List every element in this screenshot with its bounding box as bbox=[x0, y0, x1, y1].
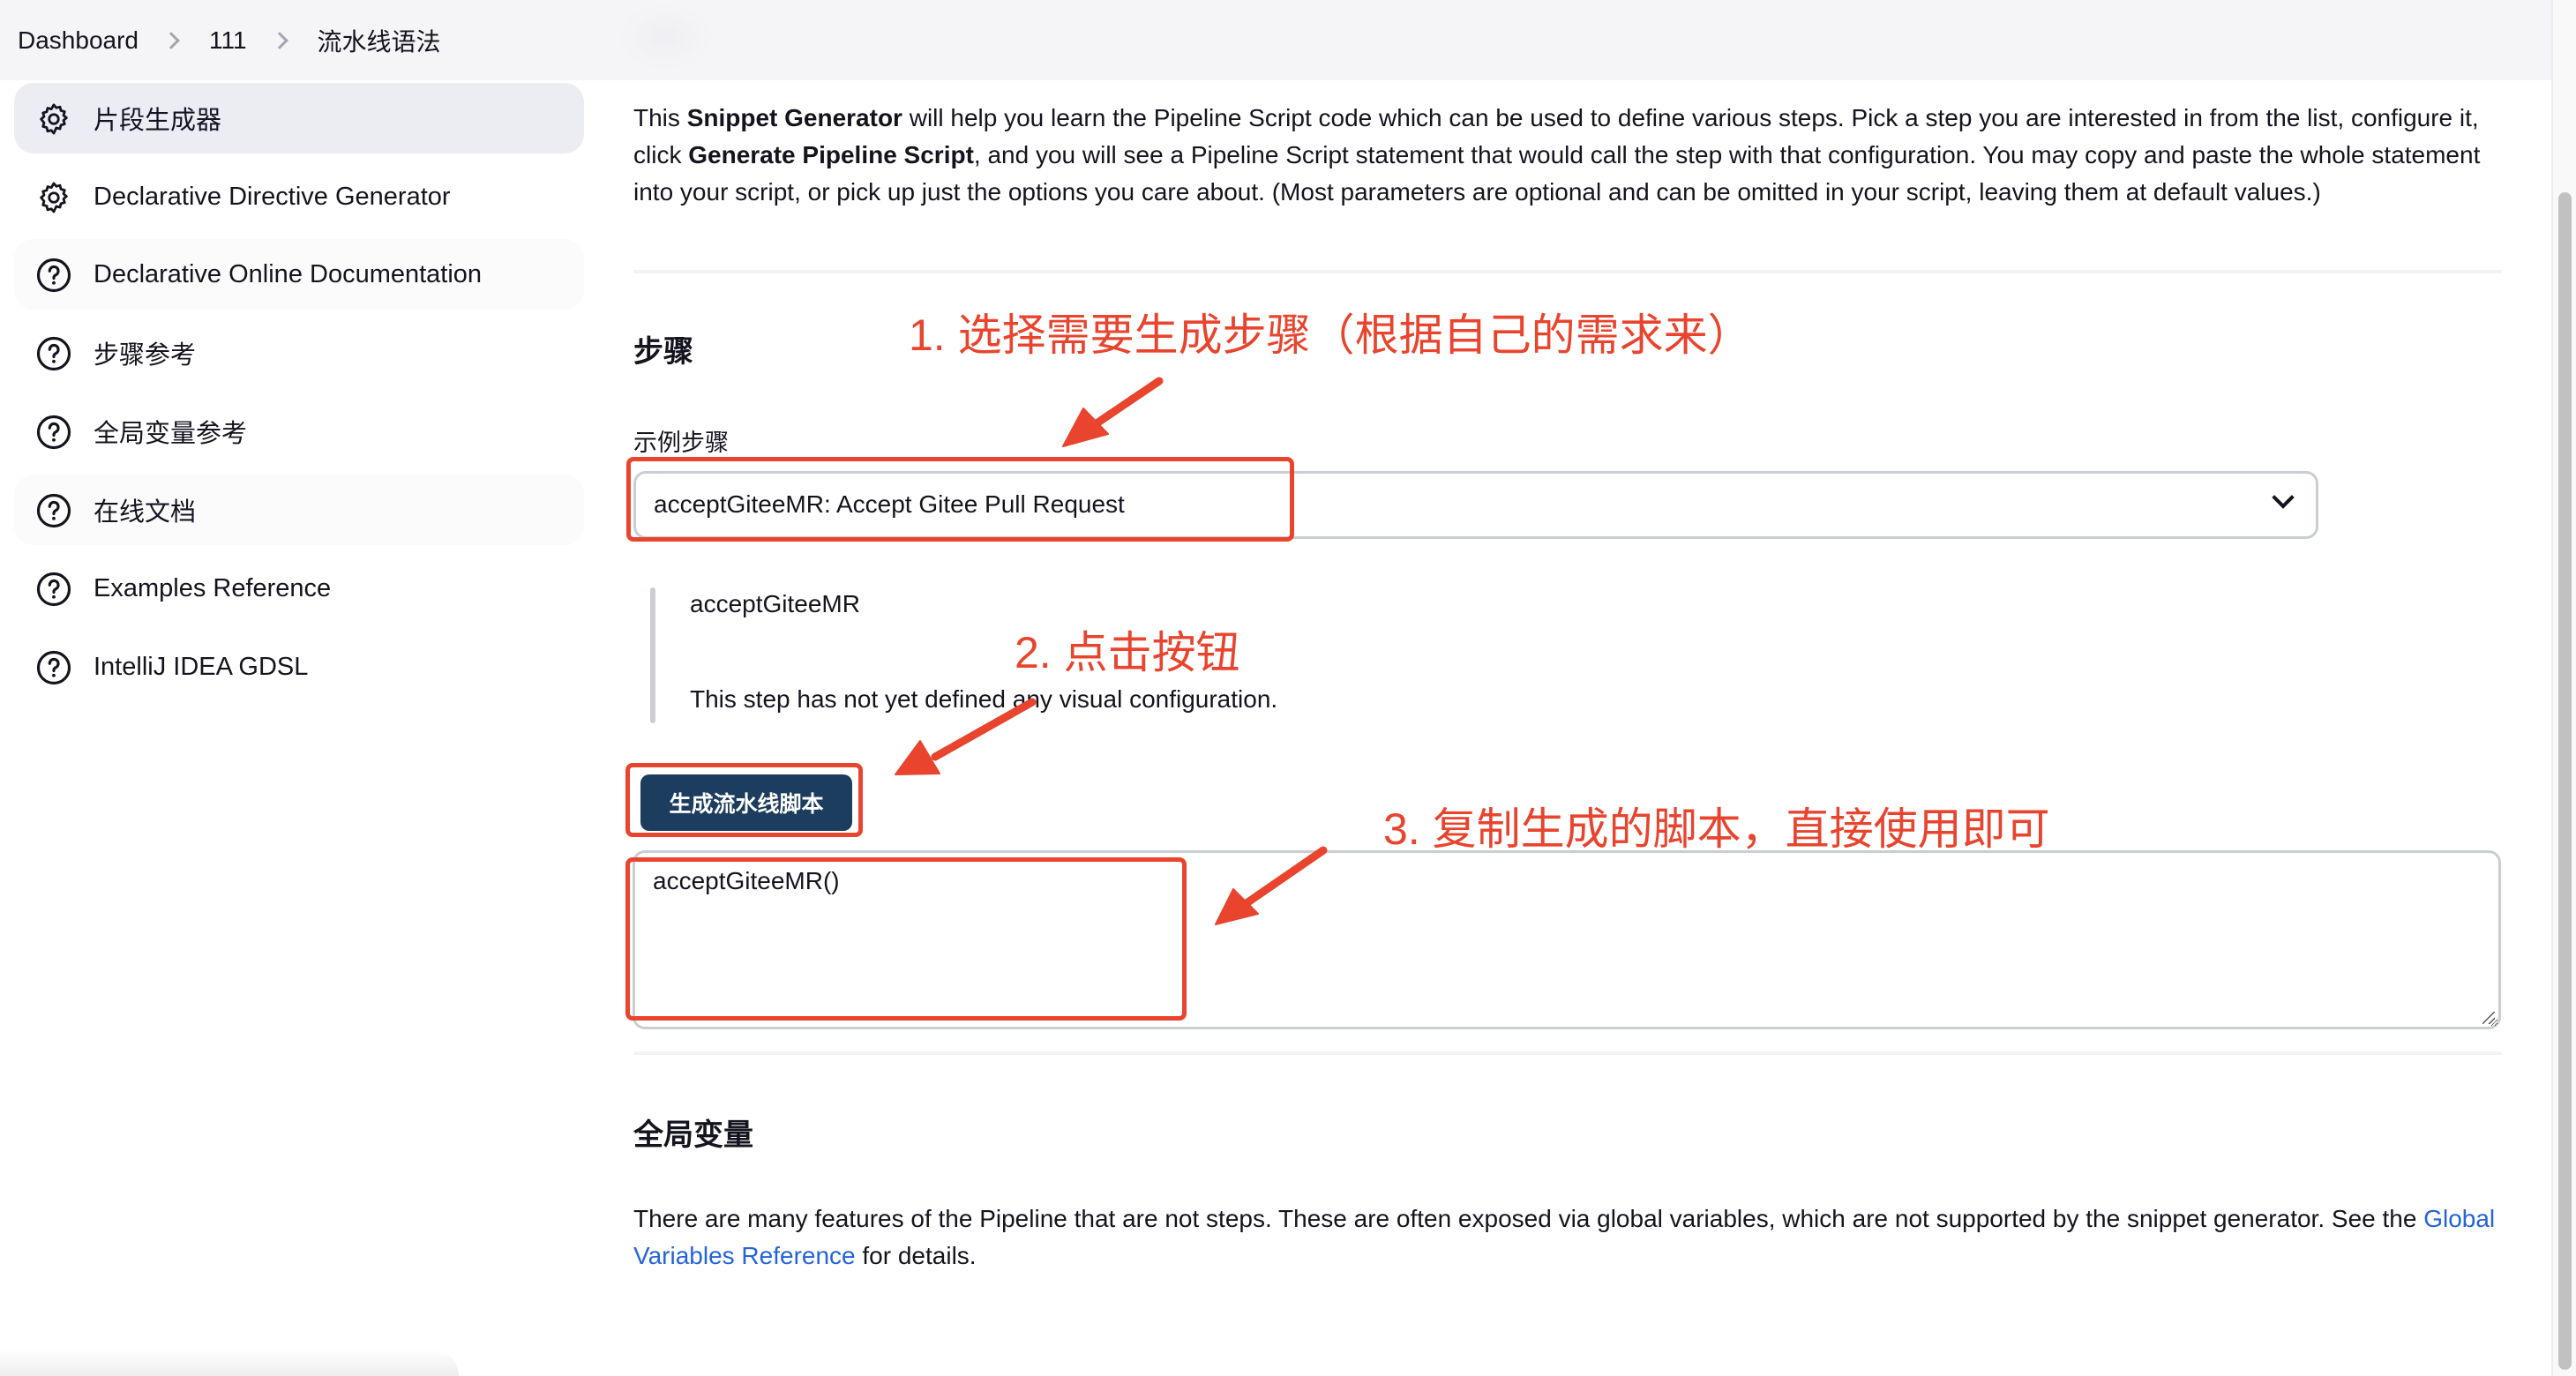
global-text: for details. bbox=[855, 1242, 977, 1269]
global-text: There are many features of the Pipeline … bbox=[633, 1205, 2424, 1232]
bottom-fade bbox=[0, 1350, 459, 1376]
annotation-step-1: 1. 选择需要生成步骤（根据自己的需求来） bbox=[909, 310, 1752, 360]
chevron-down-icon bbox=[2272, 486, 2295, 509]
annotation-step-3: 3. 复制生成的脚本，直接使用即可 bbox=[1383, 804, 2050, 854]
chevron-right-icon bbox=[270, 31, 288, 49]
sidebar-item-examples-reference[interactable]: Examples Reference bbox=[14, 553, 584, 624]
help-circle-icon bbox=[36, 572, 71, 607]
resize-grip-icon[interactable] bbox=[2482, 1012, 2495, 1024]
gear-icon bbox=[40, 103, 68, 135]
generated-script-textarea[interactable]: acceptGiteeMR() bbox=[633, 850, 2501, 1029]
sidebar-item-label: IntelliJ IDEA GDSL bbox=[94, 652, 309, 681]
sidebar-item-label: 步骤参考 bbox=[94, 341, 197, 370]
header-decoration bbox=[618, 4, 715, 71]
steps-section-title: 步骤 bbox=[633, 335, 693, 369]
sidebar-item-label: Declarative Online Documentation bbox=[94, 259, 483, 288]
breadcrumb: Dashboard 111 流水线语法 bbox=[18, 0, 441, 80]
section-divider bbox=[633, 270, 2502, 273]
breadcrumb-job[interactable]: 111 bbox=[209, 26, 247, 55]
help-circle-icon bbox=[36, 415, 71, 450]
scrollbar-thumb[interactable] bbox=[2558, 192, 2572, 1370]
help-circle-icon bbox=[36, 258, 71, 293]
sample-step-label: 示例步骤 bbox=[633, 430, 729, 456]
sample-step-select[interactable]: acceptGiteeMR: Accept Gitee Pull Request bbox=[633, 471, 2318, 539]
gear-icon bbox=[40, 182, 68, 213]
chevron-right-icon bbox=[162, 31, 180, 49]
intro-description: This Snippet Generator will help you lea… bbox=[633, 100, 2504, 211]
sidebar-item-steps-reference[interactable]: 步骤参考 bbox=[14, 318, 584, 388]
breadcrumb-pipeline-syntax[interactable]: 流水线语法 bbox=[318, 23, 441, 58]
sample-step-selected-value: acceptGiteeMR: Accept Gitee Pull Request bbox=[654, 490, 1125, 518]
annotation-arrow-1-icon bbox=[1062, 377, 1164, 447]
intro-bold-generate-script: Generate Pipeline Script bbox=[688, 141, 974, 168]
annotation-step-2: 2. 点击按钮 bbox=[1015, 628, 1240, 677]
sidebar-item-intellij-gdsl[interactable]: IntelliJ IDEA GDSL bbox=[14, 632, 584, 702]
step-config-bar bbox=[650, 587, 655, 723]
help-circle-icon bbox=[36, 493, 71, 528]
step-name: acceptGiteeMR bbox=[690, 590, 860, 617]
global-variables-section-title: 全局变量 bbox=[633, 1118, 753, 1152]
sidebar-item-online-documentation[interactable]: Declarative Online Documentation bbox=[14, 239, 584, 310]
help-circle-icon bbox=[36, 650, 71, 685]
header-bar: Dashboard 111 流水线语法 bbox=[0, 0, 2551, 80]
help-circle-icon bbox=[36, 336, 71, 371]
generate-pipeline-script-button[interactable]: 生成流水线脚本 bbox=[640, 774, 852, 831]
sidebar-item-label: Examples Reference bbox=[94, 573, 332, 602]
sidebar-item-directive-generator[interactable]: Declarative Directive Generator bbox=[14, 161, 584, 232]
sidebar-item-online-docs[interactable]: 在线文档 bbox=[14, 475, 584, 545]
intro-bold-snippet-generator: Snippet Generator bbox=[686, 104, 902, 131]
sidebar-item-label: 全局变量参考 bbox=[94, 420, 248, 448]
intro-text: This bbox=[633, 104, 687, 131]
sidebar-item-snippet-generator[interactable]: 片段生成器 bbox=[14, 83, 584, 153]
global-variables-description: There are many features of the Pipeline … bbox=[633, 1200, 2504, 1275]
sidebar-item-label: 在线文档 bbox=[94, 498, 197, 527]
sidebar-item-label: Declarative Directive Generator bbox=[94, 182, 451, 211]
step-config-note: This step has not yet defined any visual… bbox=[690, 685, 1278, 713]
breadcrumb-dashboard[interactable]: Dashboard bbox=[18, 26, 139, 55]
section-divider bbox=[633, 1051, 2502, 1055]
sidebar-item-label: 片段生成器 bbox=[94, 107, 222, 135]
sidebar-item-global-variables-reference[interactable]: 全局变量参考 bbox=[14, 396, 584, 467]
